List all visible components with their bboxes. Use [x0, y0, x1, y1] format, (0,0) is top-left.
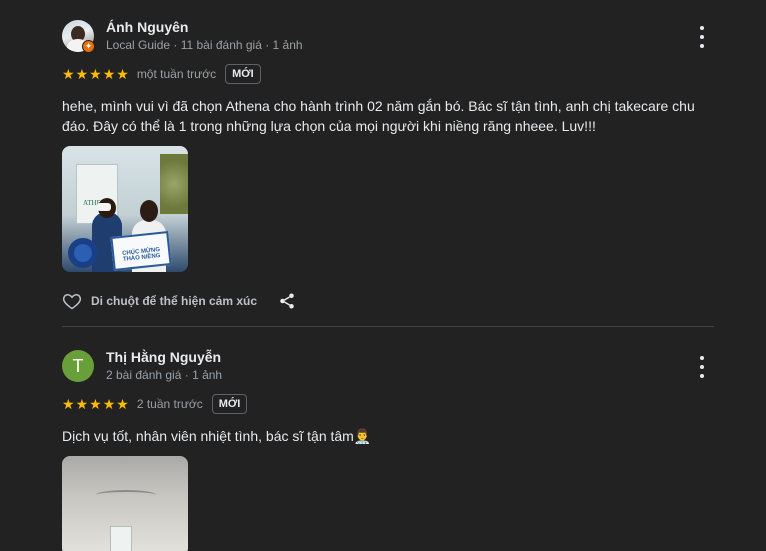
- star-icon: ★: [116, 396, 129, 412]
- star-icon: ★: [75, 396, 89, 412]
- reviewer-name[interactable]: Ánh Nguyên: [106, 19, 188, 35]
- rating-row: ★ ★ ★ ★ ★ 2 tuần trước MỚI: [62, 391, 714, 417]
- react-button[interactable]: Di chuột để thể hiện cảm xúc: [62, 291, 257, 311]
- photo-frame: [110, 526, 132, 551]
- reviewer-meta[interactable]: Local Guide · 11 bài đánh giá · 1 ảnh: [106, 38, 303, 52]
- review-card: T Thị Hằng Nguyễn 2 bài đánh giá · 1 ảnh…: [62, 348, 714, 551]
- review-header: ✦ Ánh Nguyên Local Guide · 11 bài đánh g…: [62, 18, 714, 54]
- review-divider: [62, 326, 714, 327]
- star-icon: ★: [62, 396, 75, 412]
- review-header: T Thị Hằng Nguyễn 2 bài đánh giá · 1 ảnh: [62, 348, 714, 384]
- star-rating: ★ ★ ★ ★ ★: [62, 397, 129, 411]
- review-date: một tuần trước: [136, 67, 217, 81]
- reviewer-meta[interactable]: 2 bài đánh giá · 1 ảnh: [106, 368, 222, 382]
- review-photo[interactable]: [62, 456, 188, 551]
- star-icon: ★: [102, 396, 116, 412]
- review-actions: Di chuột để thể hiện cảm xúc: [62, 288, 714, 314]
- review-text: Dịch vụ tốt, nhân viên nhiệt tình, bác s…: [62, 428, 372, 444]
- new-badge: MỚI: [225, 64, 261, 84]
- reviewer-name[interactable]: Thị Hằng Nguyễn: [106, 349, 221, 365]
- star-icon: ★: [116, 66, 129, 82]
- star-icon: ★: [62, 66, 75, 82]
- review-card: ✦ Ánh Nguyên Local Guide · 11 bài đánh g…: [62, 18, 714, 314]
- star-icon: ★: [75, 66, 89, 82]
- review-photo[interactable]: ATHENA CHÚC MỪNG THÁO NIỀNG: [62, 146, 188, 272]
- rating-row: ★ ★ ★ ★ ★ một tuần trước MỚI: [62, 61, 714, 87]
- react-label: Di chuột để thể hiện cảm xúc: [91, 294, 258, 308]
- reviews-panel: ✦ Ánh Nguyên Local Guide · 11 bài đánh g…: [0, 0, 766, 551]
- more-vert-icon[interactable]: [694, 26, 710, 48]
- star-icon: ★: [89, 396, 102, 412]
- star-icon: ★: [102, 66, 116, 82]
- reviewer-avatar[interactable]: T: [62, 350, 94, 382]
- review-date: 2 tuần trước: [136, 397, 203, 411]
- star-rating: ★ ★ ★ ★ ★: [62, 67, 129, 81]
- review-text: hehe, mình vui vì đã chọn Athena cho hàn…: [62, 98, 695, 134]
- heart-outline-icon: [62, 293, 82, 310]
- photo-plant: [160, 154, 188, 214]
- local-guide-icon: ✦: [82, 40, 95, 53]
- more-vert-icon[interactable]: [694, 356, 710, 378]
- share-icon[interactable]: [278, 291, 296, 316]
- photo-mask: [97, 203, 111, 211]
- photo-pillow: [68, 238, 98, 268]
- photo-ceiling-lamp: [96, 490, 156, 500]
- new-badge: MỚI: [211, 394, 248, 414]
- photo-board: CHÚC MỪNG THÁO NIỀNG: [110, 231, 172, 271]
- star-icon: ★: [89, 66, 102, 82]
